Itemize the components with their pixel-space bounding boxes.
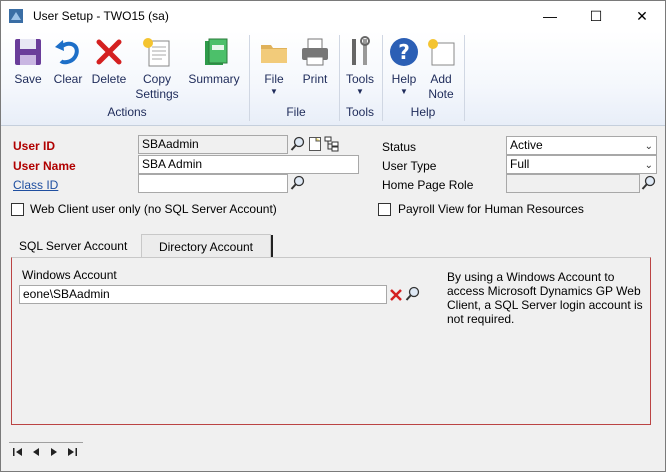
sql-server-account-panel: Windows Account eone\SBAadmin By using a… [11,257,651,425]
windows-account-info-text: By using a Windows Account to access Mic… [447,270,643,326]
help-icon: ? [390,38,418,66]
delete-button[interactable]: Delete [89,35,129,87]
status-value: Active [510,138,543,152]
tab-edge [271,235,273,257]
class-id-link[interactable]: Class ID [13,178,58,192]
payroll-view-checkbox[interactable] [378,203,391,216]
window-title: User Setup - TWO15 (sa) [33,9,169,23]
delete-icon [96,39,122,65]
tools-icon [352,36,370,65]
help-button[interactable]: ? Help ▼ [386,35,422,97]
hierarchy-icon[interactable] [324,136,340,152]
actions-group-label: Actions [107,105,147,119]
web-client-only-label: Web Client user only (no SQL Server Acco… [30,202,277,216]
clear-label: Clear [53,72,83,86]
save-label: Save [14,72,42,86]
delete-label: Delete [91,72,127,86]
tools-label: Tools [345,72,374,86]
print-button[interactable]: Print [295,35,335,87]
summary-label: Summary [188,72,240,86]
user-type-value: Full [510,157,530,171]
file-label: File [264,72,284,86]
user-setup-window: User Setup - TWO15 (sa) — ☐ ✕ Save Clear [0,0,666,472]
chevron-down-icon: ⌄ [644,160,653,171]
add-note-icon [428,39,455,66]
class-id-field[interactable] [138,174,288,193]
file-group-label: File [286,105,306,119]
svg-text:?: ? [398,40,410,64]
summary-button[interactable]: Summary [185,35,243,87]
clear-button[interactable]: Clear [50,35,86,87]
close-button[interactable]: ✕ [619,1,665,31]
file-icon [261,45,287,63]
user-id-label: User ID [13,139,56,153]
add-note-button[interactable]: Add Note [424,35,458,102]
home-page-role-field[interactable] [506,174,640,193]
app-icon [9,9,23,23]
user-form: User ID SBAadmin User Name SBA Admin Cla… [1,127,665,437]
title-bar: User Setup - TWO15 (sa) — ☐ ✕ [1,1,665,31]
user-name-label: User Name [13,159,76,173]
new-note-icon[interactable] [307,136,323,152]
tools-button[interactable]: Tools ▼ [341,35,379,97]
clear-icon [55,40,79,65]
lookup-icon[interactable] [290,136,306,152]
print-icon [302,38,328,66]
add-note-label-line2: Note [428,87,454,101]
print-label: Print [302,72,328,86]
copy-settings-icon [143,38,170,67]
add-note-label-line1: Add [430,72,452,86]
payroll-view-label: Payroll View for Human Resources [398,202,584,216]
lookup-icon[interactable] [290,175,306,191]
copy-settings-button[interactable]: Copy Settings [133,35,181,102]
tab-directory-account[interactable]: Directory Account [141,234,271,258]
user-id-field[interactable]: SBAadmin [138,135,288,154]
ribbon-divider [382,35,383,121]
help-group-label: Help [410,105,436,119]
help-label: Help [391,72,417,86]
save-button[interactable]: Save [9,35,47,87]
status-dropdown[interactable]: Active ⌄ [506,136,657,155]
first-record-icon[interactable] [11,445,25,459]
minimize-button[interactable]: — [527,1,573,31]
tools-dropdown-arrow: ▼ [356,87,364,96]
windows-account-field[interactable]: eone\SBAadmin [19,285,387,304]
help-dropdown-arrow: ▼ [400,87,408,96]
web-client-only-checkbox[interactable] [11,203,24,216]
lookup-icon[interactable] [405,286,421,302]
status-label: Status [382,140,417,154]
next-record-icon[interactable] [47,445,61,459]
user-type-label: User Type [382,159,437,173]
home-page-role-label: Home Page Role [382,178,474,192]
ribbon-divider [339,35,340,121]
save-icon [15,39,41,65]
file-dropdown-arrow: ▼ [270,87,278,96]
maximize-button[interactable]: ☐ [573,1,619,31]
user-name-field[interactable]: SBA Admin [138,155,359,174]
ribbon-divider [464,35,465,121]
chevron-down-icon: ⌄ [644,141,653,152]
previous-record-icon[interactable] [29,445,43,459]
windows-account-label: Windows Account [22,268,117,282]
copy-settings-label-line2: Settings [135,87,179,101]
last-record-icon[interactable] [65,445,79,459]
record-navigation-bar [9,442,83,462]
tools-group-label: Tools [345,105,374,119]
file-button[interactable]: File ▼ [257,35,291,97]
copy-settings-label-line1: Copy [142,72,171,86]
ribbon-divider [249,35,250,121]
tab-sql-server-account[interactable]: SQL Server Account [11,234,139,258]
ribbon: Save Clear Delete Copy Settings Summary … [1,31,665,126]
lookup-icon[interactable] [641,175,657,191]
summary-icon [205,38,228,65]
user-type-dropdown[interactable]: Full ⌄ [506,155,657,174]
clear-x-icon[interactable] [388,287,404,303]
